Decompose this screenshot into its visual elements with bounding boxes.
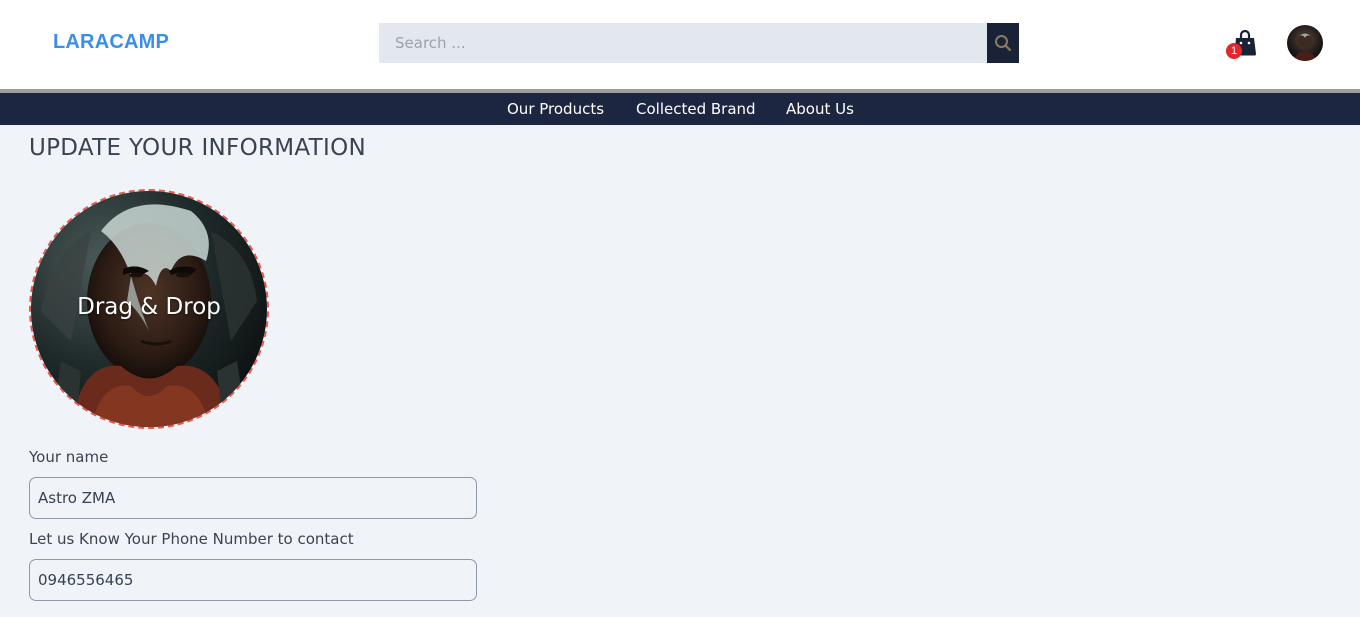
name-label: Your name xyxy=(29,448,109,466)
logo[interactable]: LARACAMP xyxy=(53,31,169,54)
cart-button[interactable]: 1 xyxy=(1226,28,1260,60)
nav-item-about-us[interactable]: About Us xyxy=(786,93,854,125)
avatar-dropzone[interactable]: Drag & Drop xyxy=(29,189,269,429)
main-nav: Our Products Collected Brand About Us xyxy=(0,93,1360,125)
header: LARACAMP 1 xyxy=(0,0,1360,89)
nav-item-our-products[interactable]: Our Products xyxy=(507,93,604,125)
dropzone-label: Drag & Drop xyxy=(77,294,221,320)
search-input[interactable] xyxy=(379,23,987,63)
page-title: UPDATE YOUR INFORMATION xyxy=(29,135,367,161)
search-button[interactable] xyxy=(987,23,1019,63)
user-avatar[interactable] xyxy=(1287,25,1323,61)
phone-field[interactable] xyxy=(29,559,477,601)
cart-count-badge: 1 xyxy=(1226,43,1242,59)
name-field[interactable] xyxy=(29,477,477,519)
search-icon xyxy=(995,35,1012,52)
phone-label: Let us Know Your Phone Number to contact xyxy=(29,530,354,548)
nav-item-collected-brand[interactable]: Collected Brand xyxy=(636,93,756,125)
